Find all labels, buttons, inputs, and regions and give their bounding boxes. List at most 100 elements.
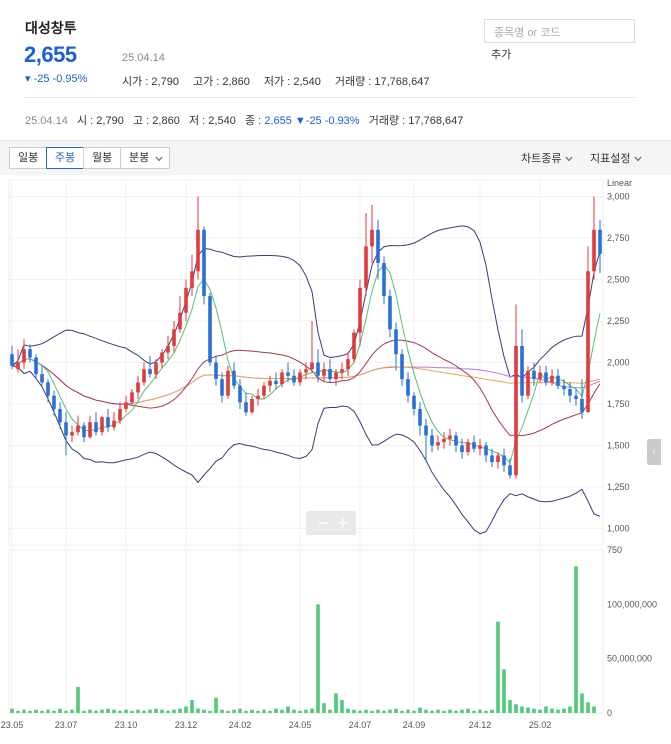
x-tick-label: 24.12 (469, 720, 492, 730)
volume-bar (280, 709, 284, 713)
period-minute-label: 분봉 (129, 152, 150, 164)
candle-body (400, 354, 404, 380)
candle-body (208, 296, 212, 363)
candle-body (316, 362, 320, 376)
volume-bar (160, 709, 164, 713)
volume-bar (292, 709, 296, 713)
chart-canvas: 23.05 23.07 23.10 23.12 24.02 24.05 24.07 24.09… (1, 178, 657, 730)
candle-body (28, 349, 32, 358)
candle-body (34, 357, 38, 375)
chart-type-menu[interactable]: 차트종류 (521, 150, 573, 166)
candle-body (64, 422, 68, 436)
candle-body (100, 417, 104, 433)
period-weekly-button[interactable]: 주봉 (46, 147, 85, 169)
volume-bar (76, 686, 80, 713)
x-tick-label: 24.09 (403, 720, 426, 730)
candle-body (598, 229, 602, 254)
chevron-down-icon (565, 156, 573, 162)
candle-body (430, 435, 434, 446)
volume-bar (124, 709, 128, 713)
candle-body (334, 372, 338, 380)
candle-body (238, 385, 242, 403)
summary-close: 2,655 (264, 115, 292, 127)
candle-body (550, 375, 554, 383)
volume-bar (514, 704, 518, 713)
candle-body (16, 362, 20, 370)
volume-bar (508, 699, 512, 713)
candle-body (142, 369, 146, 383)
volume-bar (466, 708, 470, 713)
zoom-in-button[interactable]: + (336, 513, 349, 532)
volume-tick-label: 100,000,000 (607, 599, 657, 609)
candle-body (190, 271, 194, 288)
candle-body (286, 372, 290, 376)
stock-chart[interactable]: 23.05 23.07 23.10 23.12 24.02 24.05 24.07 24.09… (0, 175, 671, 744)
candle-body (508, 465, 512, 476)
candle-body (148, 369, 152, 375)
period-daily-button[interactable]: 일봉 (9, 147, 48, 169)
indicator-settings-menu[interactable]: 지표설정 (590, 150, 642, 166)
candle-body (424, 425, 428, 436)
period-monthly-button[interactable]: 월봉 (83, 147, 122, 169)
x-tick-label: 23.07 (55, 720, 78, 730)
volume-bar (214, 697, 218, 713)
volume-bar (544, 706, 548, 713)
add-stock-link[interactable]: 추가 (491, 46, 511, 62)
volume-bar (136, 709, 140, 713)
volume-bar (232, 709, 236, 713)
volume-bar (94, 710, 98, 713)
volume-bar (172, 709, 176, 713)
chevron-left-icon: ‹ (652, 446, 656, 457)
candle-body (70, 432, 74, 436)
volume-bar (238, 708, 242, 713)
candle-body (454, 435, 458, 446)
candle-body (538, 372, 542, 380)
x-tick-label: 24.05 (289, 720, 312, 730)
header-divider (25, 97, 635, 98)
candle-body (352, 332, 356, 360)
candle-body (298, 372, 302, 383)
candle-body (178, 312, 182, 330)
volume-bar (166, 710, 170, 713)
volume-bar (586, 702, 590, 713)
volume-bar (382, 710, 386, 713)
volume-bar (118, 710, 122, 713)
candle-body (118, 408, 122, 421)
chart-toolbar: 일봉 주봉 월봉 분봉 차트종류 지표설정 (0, 140, 671, 175)
volume-bar (262, 709, 266, 713)
volume-bar (10, 708, 14, 713)
volume-bar (526, 707, 530, 713)
period-minute-dropdown[interactable]: 분봉 (120, 147, 171, 169)
summary-volume: 거래량 : 17,768,647 (368, 115, 464, 127)
summary-high: 고 : 2,860 (133, 115, 180, 127)
candle-body (556, 375, 560, 386)
x-tick-label: 23.12 (175, 720, 198, 730)
candle-body (388, 296, 392, 330)
volume-bar (316, 604, 320, 713)
candle-body (244, 402, 248, 413)
volume-bar (550, 708, 554, 713)
candle-body (232, 370, 236, 386)
low-label: 저가 : (263, 76, 294, 88)
volume-bar (328, 709, 332, 713)
volume-bar (502, 669, 506, 713)
candle-body (574, 395, 578, 399)
side-panel-toggle[interactable]: ‹ (647, 439, 661, 465)
candle-body (418, 408, 422, 426)
stock-search-input[interactable]: 종목명 or 코드 (484, 19, 635, 43)
volume-bar (274, 708, 278, 713)
candle-body (346, 359, 350, 370)
candle-body (304, 369, 308, 373)
price-tick-label: 1,250 (607, 482, 630, 492)
price-tick-label: 2,000 (607, 358, 630, 368)
volume-bar (592, 706, 596, 713)
volume-bar (196, 708, 200, 713)
volume-bar (184, 706, 188, 713)
candle-body (136, 382, 140, 393)
zoom-out-button[interactable]: − (317, 513, 330, 532)
volume-bar (244, 710, 248, 713)
candle-body (532, 370, 536, 380)
volume-bar (472, 710, 476, 713)
candle-body (112, 420, 116, 428)
volume-bar (424, 709, 428, 713)
